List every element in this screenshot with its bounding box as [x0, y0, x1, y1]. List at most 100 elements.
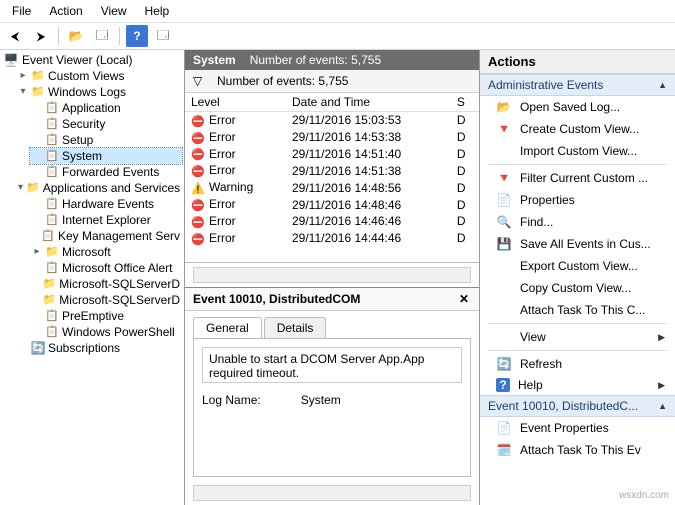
properties-icon[interactable]: 🗔 — [91, 25, 113, 47]
error-icon — [191, 147, 205, 161]
refresh-icon: 🔄 — [496, 356, 512, 372]
log-icon — [45, 133, 59, 147]
tree-item-mssql1[interactable]: Microsoft-SQLServerD — [30, 276, 182, 292]
detail-body: Unable to start a DCOM Server App.App re… — [193, 338, 471, 477]
subscriptions-icon: 🔄 — [31, 341, 45, 355]
back-button[interactable]: ⮜ — [4, 25, 26, 47]
expand-icon[interactable]: ▸ — [18, 68, 28, 84]
tree-log-application[interactable]: Application — [30, 100, 182, 116]
menu-help[interactable]: Help — [145, 4, 170, 18]
tree-log-security[interactable]: Security — [30, 116, 182, 132]
filter-bar: ▽ Number of events: 5,755 — [185, 70, 479, 93]
tree-log-forwarded[interactable]: Forwarded Events — [30, 164, 182, 180]
tree-log-system[interactable]: System — [30, 148, 182, 164]
actions-section-admin-events[interactable]: Administrative Events▲ — [480, 74, 675, 96]
log-icon — [45, 309, 59, 323]
tree-item-mssql2[interactable]: Microsoft-SQLServerD — [30, 292, 182, 308]
toolbar-separator — [58, 27, 59, 45]
action-find[interactable]: 🔍Find... — [480, 211, 675, 233]
tree-item-kms[interactable]: Key Management Serv — [30, 228, 182, 244]
event-list-scrollbar[interactable] — [193, 267, 471, 283]
action-properties[interactable]: 📄Properties — [480, 189, 675, 211]
action-refresh[interactable]: 🔄Refresh — [480, 353, 675, 375]
table-row[interactable]: Error29/11/2016 14:48:46D — [185, 196, 479, 213]
col-source[interactable]: S — [451, 93, 479, 112]
action-save-all[interactable]: 💾Save All Events in Cus... — [480, 233, 675, 255]
forward-button[interactable]: ⮞ — [30, 25, 52, 47]
event-message: Unable to start a DCOM Server App.App re… — [202, 347, 462, 383]
expand-icon[interactable]: ▸ — [32, 244, 42, 260]
error-icon — [191, 232, 205, 246]
collapse-icon[interactable]: ▲ — [658, 401, 667, 411]
log-icon — [45, 325, 59, 339]
table-row[interactable]: Warning29/11/2016 14:48:56D — [185, 179, 479, 196]
table-row[interactable]: Error29/11/2016 14:53:38D — [185, 129, 479, 146]
tree-item-preemptive[interactable]: PreEmptive — [30, 308, 182, 324]
menu-bar: File Action View Help — [0, 0, 675, 23]
detail-scrollbar[interactable] — [193, 485, 471, 501]
table-row[interactable]: Error29/11/2016 14:51:40D — [185, 146, 479, 163]
event-list[interactable]: Level Date and Time S Error29/11/2016 15… — [185, 93, 479, 263]
action-help[interactable]: ?Help▶ — [480, 375, 675, 395]
action-attach-task-event[interactable]: 🗓️Attach Task To This Ev — [480, 439, 675, 461]
action-open-saved-log[interactable]: 📂Open Saved Log... — [480, 96, 675, 118]
action-view[interactable]: View▶ — [480, 326, 675, 348]
col-datetime[interactable]: Date and Time — [286, 93, 451, 112]
tree-windows-logs[interactable]: ▾Windows Logs — [16, 84, 182, 100]
open-log-icon[interactable]: 📂 — [65, 25, 87, 47]
folder-icon — [43, 293, 57, 307]
actions-section-event[interactable]: Event 10010, DistributedC...▲ — [480, 395, 675, 417]
toolbar-separator — [119, 27, 120, 45]
table-row[interactable]: Error29/11/2016 14:46:46D — [185, 213, 479, 230]
error-icon — [191, 198, 205, 212]
menu-action[interactable]: Action — [49, 4, 82, 18]
tree-log-setup[interactable]: Setup — [30, 132, 182, 148]
event-detail-pane: Event 10010, DistributedCOM ✕ General De… — [185, 287, 479, 505]
tree-item-hardware[interactable]: Hardware Events — [30, 196, 182, 212]
col-level[interactable]: Level — [185, 93, 286, 112]
submenu-arrow-icon: ▶ — [658, 332, 665, 343]
table-row[interactable]: Error29/11/2016 14:44:46D — [185, 230, 479, 247]
folder-icon — [26, 181, 40, 195]
find-icon: 🔍 — [496, 214, 512, 230]
actions-pane: Actions Administrative Events▲ 📂Open Sav… — [480, 50, 675, 505]
collapse-icon[interactable]: ▾ — [18, 180, 23, 196]
action-event-properties[interactable]: 📄Event Properties — [480, 417, 675, 439]
help-icon[interactable]: ? — [126, 25, 148, 47]
tree-item-microsoft[interactable]: ▸Microsoft — [30, 244, 182, 260]
funnel-icon: ▽ — [193, 74, 207, 88]
action-attach-task[interactable]: Attach Task To This C... — [480, 299, 675, 321]
tree-root[interactable]: 🖥️ Event Viewer (Local) — [2, 52, 182, 68]
detail-title: Event 10010, DistributedCOM — [193, 292, 360, 306]
collapse-icon[interactable]: ▲ — [658, 80, 667, 90]
tree-apps-services[interactable]: ▾Applications and Services — [16, 180, 182, 196]
action-filter-current[interactable]: 🔻Filter Current Custom ... — [480, 167, 675, 189]
tree-item-powershell[interactable]: Windows PowerShell — [30, 324, 182, 340]
warning-icon — [191, 181, 205, 195]
action-export[interactable]: Export Custom View... — [480, 255, 675, 277]
close-icon[interactable]: ✕ — [457, 292, 471, 306]
tree-item-msoffice[interactable]: Microsoft Office Alert — [30, 260, 182, 276]
logname-value: System — [301, 393, 341, 407]
log-icon — [45, 261, 59, 275]
folder-icon — [31, 69, 45, 83]
menu-file[interactable]: File — [12, 4, 31, 18]
funnel-icon: 🔻 — [496, 170, 512, 186]
tab-general[interactable]: General — [193, 317, 262, 338]
table-row[interactable]: Error29/11/2016 14:51:38D — [185, 162, 479, 179]
tree-custom-views[interactable]: ▸Custom Views — [16, 68, 182, 84]
menu-view[interactable]: View — [101, 4, 127, 18]
log-icon — [41, 229, 55, 243]
tree-subscriptions[interactable]: 🔄Subscriptions — [16, 340, 182, 356]
tree-item-ie[interactable]: Internet Explorer — [30, 212, 182, 228]
toolbar: ⮜ ⮞ 📂 🗔 ? 🗔 — [0, 23, 675, 50]
tab-details[interactable]: Details — [264, 317, 327, 338]
action-create-custom-view[interactable]: 🔻Create Custom View... — [480, 118, 675, 140]
table-row[interactable]: Error29/11/2016 15:03:53D — [185, 112, 479, 129]
properties-icon: 📄 — [496, 192, 512, 208]
panel-layout-icon[interactable]: 🗔 — [152, 25, 174, 47]
logname-label: Log Name: — [202, 393, 261, 407]
collapse-icon[interactable]: ▾ — [18, 84, 28, 100]
action-import-custom-view[interactable]: Import Custom View... — [480, 140, 675, 162]
action-copy[interactable]: Copy Custom View... — [480, 277, 675, 299]
